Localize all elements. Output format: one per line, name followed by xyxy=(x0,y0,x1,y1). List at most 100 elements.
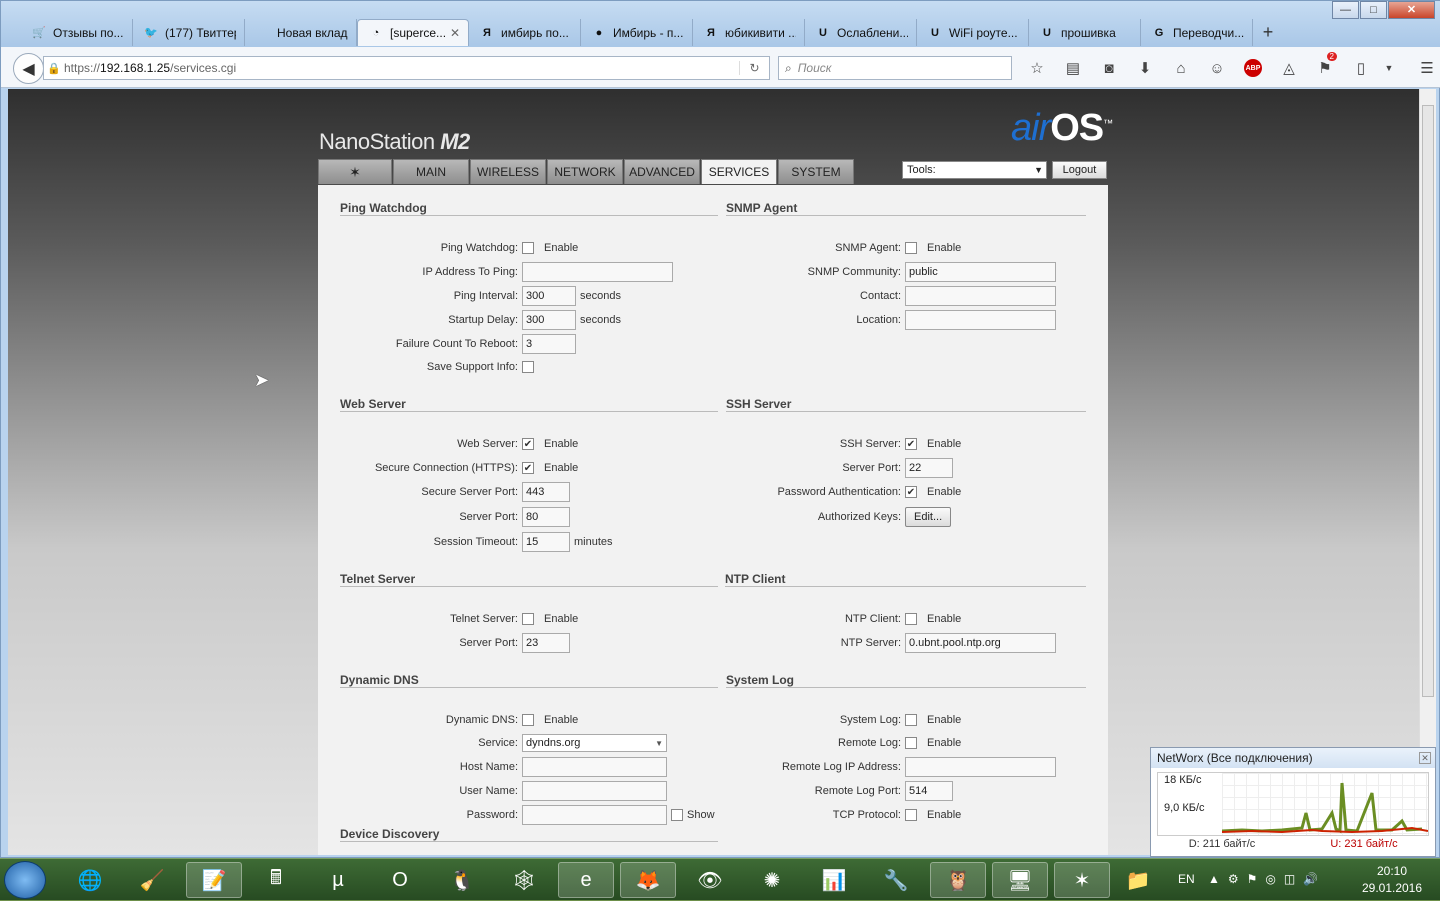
browser-tab[interactable]: ◔ [superce... ✕ xyxy=(357,19,469,46)
ddns-password-field[interactable] xyxy=(522,805,667,825)
bookmark-star-icon[interactable]: ☆ xyxy=(1019,56,1055,80)
hamburger-menu-icon[interactable]: ☰ xyxy=(1409,56,1440,80)
tool-app-icon[interactable]: 🔧 xyxy=(868,862,924,898)
telnet-port-field[interactable]: 23 xyxy=(522,633,570,653)
monitor-app-icon[interactable]: 🖥 xyxy=(992,862,1048,898)
browser-tab[interactable]: Uпрошивка xyxy=(1029,19,1141,46)
browser-tab[interactable]: 🐦 (177) Твиттер xyxy=(133,19,245,46)
new-tab-button[interactable]: + xyxy=(1253,19,1283,46)
utorrent-icon[interactable]: µ xyxy=(310,862,366,898)
tools-select[interactable]: Tools: ▼ xyxy=(902,161,1047,179)
notification-icon[interactable]: ⚑ 2 xyxy=(1307,52,1343,80)
ping-ip-field[interactable] xyxy=(522,262,673,282)
https-checkbox[interactable]: ✔ xyxy=(522,462,534,474)
ping-watchdog-checkbox[interactable] xyxy=(522,242,534,254)
ssh-server-checkbox[interactable]: ✔ xyxy=(905,438,917,450)
save-support-checkbox[interactable] xyxy=(522,361,534,373)
browser-tab[interactable]: U WiFi роуте... xyxy=(917,19,1029,46)
adblock-icon[interactable]: ABP xyxy=(1235,56,1271,80)
minimize-button[interactable]: — xyxy=(1332,1,1359,19)
browser-tab[interactable]: Яюбикивити ... xyxy=(693,19,805,46)
tab-main[interactable]: MAIN xyxy=(393,159,469,184)
ntp-checkbox[interactable] xyxy=(905,613,917,625)
ping-interval-field[interactable]: 300 xyxy=(522,286,576,306)
web-server-checkbox[interactable]: ✔ xyxy=(522,438,534,450)
remote-log-checkbox[interactable] xyxy=(905,737,917,749)
address-bar[interactable]: 🔒 https://192.168.1.25/services.cgi ↻ xyxy=(43,56,770,80)
show-password-checkbox[interactable] xyxy=(671,809,683,821)
remote-log-port-field[interactable]: 514 xyxy=(905,781,953,801)
close-tab-icon[interactable]: ✕ xyxy=(450,26,460,40)
calculator-icon[interactable]: 🖩 xyxy=(248,862,304,898)
back-button[interactable]: ◀ xyxy=(13,53,44,84)
tab-wireless[interactable]: WIRELESS xyxy=(470,159,546,184)
snmp-agent-checkbox[interactable] xyxy=(905,242,917,254)
browser-tab[interactable]: 🛒 Отзывы по... xyxy=(21,19,133,46)
reload-icon[interactable]: ↻ xyxy=(739,61,769,75)
folder-icon[interactable]: 📁 xyxy=(1110,862,1166,898)
start-button[interactable] xyxy=(4,861,46,899)
penguin-app-icon[interactable]: 🐧 xyxy=(434,862,490,898)
ccleaner-icon[interactable]: 🧹 xyxy=(124,862,180,898)
download-icon[interactable]: ⬇ xyxy=(1127,56,1163,80)
browser-tab[interactable]: U Ослаблени... xyxy=(805,19,917,46)
tab-network[interactable]: NETWORK xyxy=(547,159,623,184)
system-log-checkbox[interactable] xyxy=(905,714,917,726)
close-window-button[interactable]: ✕ xyxy=(1388,1,1435,19)
tab-advanced[interactable]: ADVANCED xyxy=(624,159,700,184)
snmp-location-field[interactable] xyxy=(905,310,1056,330)
owl-app-icon[interactable]: 🦉 xyxy=(930,862,986,898)
language-indicator[interactable]: EN xyxy=(1178,872,1195,886)
reading-list-icon[interactable]: ▤ xyxy=(1055,56,1091,80)
failure-count-field[interactable]: 3 xyxy=(522,334,576,354)
browser-tab[interactable]: G Переводчи... xyxy=(1141,19,1253,46)
avast-icon[interactable]: ✺ xyxy=(744,862,800,898)
chart-app-icon[interactable]: 📊 xyxy=(806,862,862,898)
notepad-icon[interactable]: 📝 xyxy=(186,862,242,898)
browser-tab[interactable]: ● Имбирь - п... xyxy=(581,19,693,46)
network-tool-icon[interactable]: 🕸 xyxy=(496,862,552,898)
vertical-scrollbar[interactable] xyxy=(1419,89,1436,855)
dropdown-arrow-icon[interactable]: ▼ xyxy=(1379,56,1399,80)
snmp-contact-field[interactable] xyxy=(905,286,1056,306)
browser-tab[interactable]: Яимбирь по... xyxy=(469,19,581,46)
ie-icon[interactable]: e xyxy=(558,862,614,898)
opera-icon[interactable]: O xyxy=(372,862,428,898)
browser-tab[interactable]: Новая вкладка xyxy=(245,19,357,46)
edit-keys-button[interactable]: Edit... xyxy=(905,507,952,527)
remote-log-ip-field[interactable] xyxy=(905,757,1056,777)
sync-icon[interactable]: ◬ xyxy=(1271,56,1307,80)
firefox-icon[interactable]: 🦊 xyxy=(620,862,676,898)
ubnt-app-icon[interactable]: ✶ xyxy=(1054,862,1110,898)
pocket-icon[interactable]: ◙ xyxy=(1091,56,1127,80)
startup-delay-field[interactable]: 300 xyxy=(522,310,576,330)
session-timeout-field[interactable]: 15 xyxy=(522,532,570,552)
globe-app-icon[interactable]: 🌐 xyxy=(62,862,118,898)
chat-icon[interactable]: ☺ xyxy=(1199,56,1235,80)
clipboard-icon[interactable]: ▯ xyxy=(1343,56,1379,80)
ssh-port-field[interactable]: 22 xyxy=(905,458,953,478)
web-port-field[interactable]: 80 xyxy=(522,507,570,527)
scrollbar-thumb[interactable] xyxy=(1422,105,1434,697)
ddns-host-field[interactable] xyxy=(522,757,667,777)
telnet-checkbox[interactable] xyxy=(522,613,534,625)
secure-port-field[interactable]: 443 xyxy=(522,482,570,502)
search-input[interactable]: ⌕ Поиск xyxy=(778,56,1012,80)
url-text[interactable]: https://192.168.1.25/services.cgi xyxy=(64,61,739,75)
ubnt-logo-tab[interactable]: ✶ xyxy=(318,159,392,184)
home-icon[interactable]: ⌂ xyxy=(1163,56,1199,80)
clock[interactable]: 20:10 29.01.2016 xyxy=(1354,863,1430,897)
tray-icons[interactable]: ▲⚙⚑◎◫🔊 xyxy=(1208,872,1326,886)
ddns-user-field[interactable] xyxy=(522,781,667,801)
ddns-service-select[interactable]: dyndns.org ▼ xyxy=(522,734,667,752)
maximize-button[interactable]: □ xyxy=(1360,1,1387,19)
logout-button[interactable]: Logout xyxy=(1052,161,1107,179)
password-auth-checkbox[interactable]: ✔ xyxy=(905,486,917,498)
ddns-checkbox[interactable] xyxy=(522,714,534,726)
close-icon[interactable]: ✕ xyxy=(1419,752,1431,764)
tab-services[interactable]: SERVICES xyxy=(701,159,777,184)
snmp-community-field[interactable]: public xyxy=(905,262,1056,282)
tab-system[interactable]: SYSTEM xyxy=(778,159,854,184)
eye-app-icon[interactable]: 👁 xyxy=(682,862,738,898)
ntp-server-field[interactable]: 0.ubnt.pool.ntp.org xyxy=(905,633,1056,653)
